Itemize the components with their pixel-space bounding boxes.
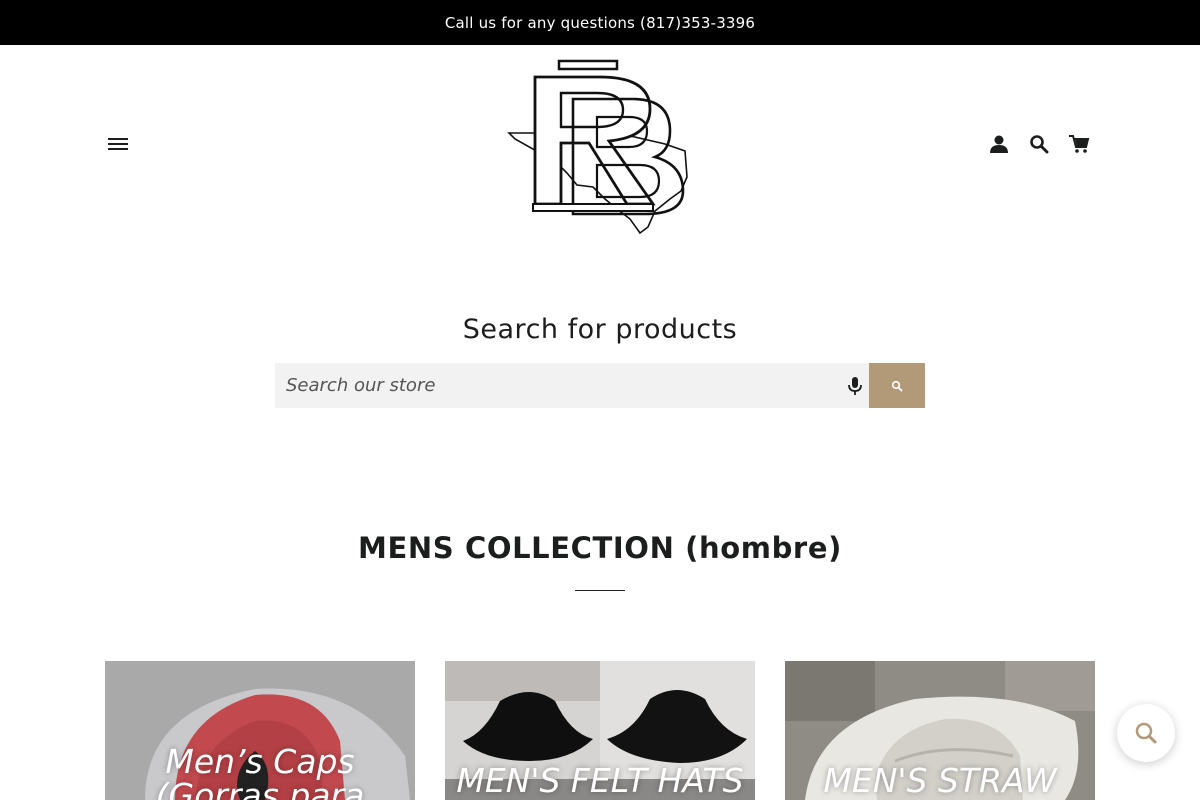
microphone-icon bbox=[848, 376, 862, 395]
hamburger-line bbox=[108, 143, 128, 145]
collection-card-label-line2: (Gorras para bbox=[155, 776, 365, 800]
collection-card-mens-caps[interactable]: Men’s Caps (Gorras para bbox=[105, 661, 415, 800]
search-icon bbox=[891, 380, 903, 392]
collection-card-mens-straw[interactable]: MEN'S STRAW bbox=[785, 661, 1095, 800]
product-search-section: Search for products bbox=[0, 310, 1200, 408]
search-bar bbox=[275, 363, 925, 408]
floating-search-button[interactable] bbox=[1117, 704, 1175, 762]
hamburger-line bbox=[108, 138, 128, 140]
site-nav-menu-button[interactable] bbox=[108, 136, 132, 156]
account-button[interactable] bbox=[988, 133, 1010, 155]
collection-title: MENS COLLECTION (hombre) bbox=[358, 531, 842, 565]
logo-graphic bbox=[507, 59, 688, 235]
title-divider bbox=[575, 590, 625, 591]
user-icon bbox=[990, 135, 1008, 153]
collection-card-label: MEN'S FELT HATS bbox=[456, 761, 744, 800]
collection-card-label: Men’s Caps bbox=[165, 742, 355, 781]
header-icon-group bbox=[988, 133, 1090, 155]
cart-icon bbox=[1069, 135, 1090, 153]
hamburger-line bbox=[108, 148, 128, 150]
collection-card-label: MEN'S STRAW bbox=[823, 761, 1057, 800]
announcement-text: Call us for any questions (817)353-3396 bbox=[444, 13, 756, 32]
search-icon bbox=[1135, 722, 1157, 744]
announcement-bar: Call us for any questions (817)353-3396 bbox=[0, 0, 1200, 45]
site-logo[interactable] bbox=[505, 59, 695, 235]
collection-grid: Men’s Caps (Gorras para MEN'S FELT HATS … bbox=[105, 661, 1095, 800]
search-heading: Search for products bbox=[462, 314, 738, 345]
collection-card-mens-felt-hats[interactable]: MEN'S FELT HATS bbox=[445, 661, 755, 800]
search-input[interactable] bbox=[275, 363, 841, 408]
voice-search-button[interactable] bbox=[841, 363, 869, 408]
search-button[interactable] bbox=[1028, 133, 1050, 155]
cart-button[interactable] bbox=[1068, 133, 1090, 155]
site-header bbox=[0, 45, 1200, 245]
search-submit-button[interactable] bbox=[869, 363, 925, 408]
search-icon bbox=[1030, 135, 1049, 154]
